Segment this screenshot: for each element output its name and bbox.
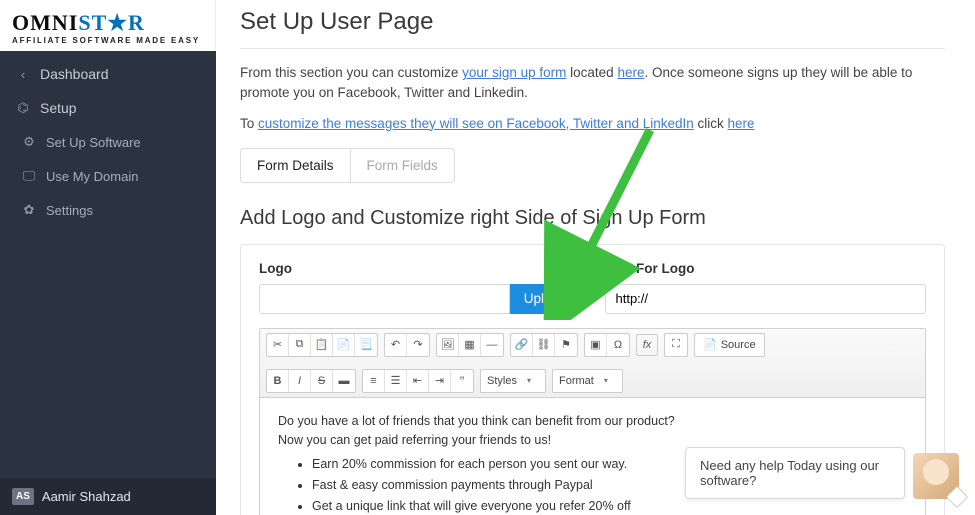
link-field: Link For Logo <box>605 261 927 314</box>
logo-input[interactable] <box>259 284 510 314</box>
user-footer[interactable]: AS Aamir Shahzad <box>0 478 216 515</box>
chat-bubble[interactable]: Need any help Today using our software? <box>685 447 905 499</box>
nav-setup[interactable]: ⌬Setup <box>0 91 216 125</box>
paste-icon[interactable]: 📋 <box>311 334 333 356</box>
sidebar: OMNIST★R AFFILIATE SOFTWARE MADE EASY ‹D… <box>0 0 216 515</box>
chevron-left-icon: ‹ <box>14 67 32 82</box>
nav-use-domain[interactable]: 🖵Use My Domain <box>0 159 216 193</box>
list-item: Get a unique link that will give everyon… <box>312 497 907 515</box>
paste-text-icon[interactable]: 📄 <box>333 334 355 356</box>
upload-button[interactable]: Upload <box>510 284 581 314</box>
sliders-icon: ⚙ <box>20 134 38 150</box>
here-link-2[interactable]: here <box>728 116 755 131</box>
gauge-icon: ⌬ <box>14 100 32 116</box>
intro-paragraph-1: From this section you can customize your… <box>240 63 945 104</box>
divider <box>240 48 945 49</box>
numbered-list-icon[interactable]: ≡ <box>363 370 385 392</box>
monitor-icon: 🖵 <box>20 168 38 184</box>
tabs: Form Details Form Fields <box>240 148 455 183</box>
remove-format-icon[interactable]: ▬ <box>333 370 355 392</box>
source-icon: 📄 <box>703 338 717 351</box>
maximize-icon[interactable]: ⛶ <box>665 334 687 356</box>
indent-icon[interactable]: ⇥ <box>429 370 451 392</box>
outdent-icon[interactable]: ⇤ <box>407 370 429 392</box>
bullet-list-icon[interactable]: ☰ <box>385 370 407 392</box>
logo-label: Logo <box>259 261 581 276</box>
gear-icon: ✿ <box>20 202 38 218</box>
format-select[interactable]: Format▾ <box>552 369 623 393</box>
table-icon[interactable]: ▦ <box>459 334 481 356</box>
main-content: Set Up User Page From this section you c… <box>216 0 975 515</box>
hr-icon[interactable]: — <box>481 334 503 356</box>
styles-select[interactable]: Styles▾ <box>480 369 546 393</box>
chevron-down-icon: ▾ <box>604 376 608 385</box>
italic-icon[interactable]: I <box>289 370 311 392</box>
source-button[interactable]: 📄Source <box>694 333 765 357</box>
editor-toolbar: ✂ ⧉ 📋 📄 📃 ↶ ↷ 🖼 ▦ — 🔗 ⛓ <box>260 329 925 398</box>
brand-logo: OMNIST★R AFFILIATE SOFTWARE MADE EASY <box>0 0 216 51</box>
paste-word-icon[interactable]: 📃 <box>355 334 377 356</box>
strike-icon[interactable]: S <box>311 370 333 392</box>
image-icon[interactable]: 🖼 <box>437 334 459 356</box>
nav-settings[interactable]: ✿Settings <box>0 193 216 227</box>
nav-setup-software[interactable]: ⚙Set Up Software <box>0 125 216 159</box>
tab-form-fields[interactable]: Form Fields <box>351 149 454 182</box>
link-icon[interactable]: 🔗 <box>511 334 533 356</box>
blockquote-icon[interactable]: ” <box>451 370 473 392</box>
undo-icon[interactable]: ↶ <box>385 334 407 356</box>
copy-icon[interactable]: ⧉ <box>289 334 311 356</box>
page-title: Set Up User Page <box>240 8 945 36</box>
nav: ‹Dashboard ⌬Setup ⚙Set Up Software 🖵Use … <box>0 51 216 227</box>
link-input[interactable] <box>605 284 927 314</box>
chevron-down-icon: ▾ <box>527 376 531 385</box>
tab-form-details[interactable]: Form Details <box>241 149 351 182</box>
embed-icon[interactable]: ▣ <box>585 334 607 356</box>
nav-dashboard[interactable]: ‹Dashboard <box>0 57 216 91</box>
redo-icon[interactable]: ↷ <box>407 334 429 356</box>
here-link-1[interactable]: here <box>617 65 644 80</box>
intro-paragraph-2: To customize the messages they will see … <box>240 114 945 134</box>
bold-icon[interactable]: B <box>267 370 289 392</box>
editor-line: Do you have a lot of friends that you th… <box>278 412 907 431</box>
special-char-icon[interactable]: Ω <box>607 334 629 356</box>
anchor-icon[interactable]: ⚑ <box>555 334 577 356</box>
unlink-icon[interactable]: ⛓ <box>533 334 555 356</box>
fx-icon[interactable]: fx <box>636 334 658 356</box>
logo-field: Logo Upload <box>259 261 581 314</box>
cut-icon[interactable]: ✂ <box>267 334 289 356</box>
user-badge: AS <box>12 488 34 505</box>
section-title: Add Logo and Customize right Side of Sig… <box>240 207 945 230</box>
chat-widget: Need any help Today using our software? <box>685 447 959 499</box>
signup-form-link[interactable]: your sign up form <box>462 65 566 80</box>
link-label: Link For Logo <box>605 261 927 276</box>
customize-messages-link[interactable]: customize the messages they will see on … <box>258 116 694 131</box>
user-name: Aamir Shahzad <box>42 489 131 504</box>
